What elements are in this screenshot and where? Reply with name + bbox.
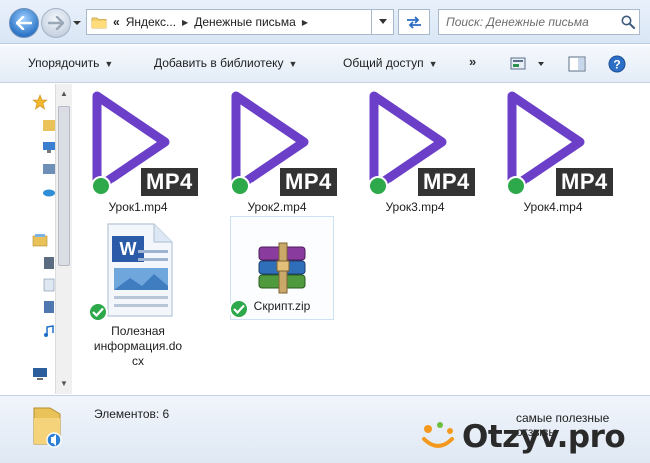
file-item-mp4[interactable]: MP4 Урок1.mp4 <box>73 90 203 215</box>
mp4-badge: MP4 <box>280 168 337 196</box>
file-item-mp4[interactable]: MP4 Урок3.mp4 <box>350 90 480 215</box>
back-arrow-icon <box>16 16 32 30</box>
search-input[interactable]: Поиск: Денежные письма <box>446 15 617 29</box>
scroll-down-arrow[interactable]: ▼ <box>56 376 72 392</box>
downloads-folder-icon[interactable] <box>42 118 56 132</box>
breadcrumb-item-yandex[interactable]: Яндекс... <box>126 15 176 29</box>
libraries-icon[interactable] <box>32 232 48 248</box>
chevron-down-icon: ▼ <box>104 59 114 69</box>
mp4-badge: MP4 <box>556 168 613 196</box>
winrar-archive-icon <box>258 242 306 294</box>
recent-places-icon[interactable] <box>42 162 56 176</box>
breadcrumb-separator[interactable]: ▶ <box>302 18 308 27</box>
watermark-logo: Otzyv.pro <box>420 416 648 458</box>
folder-icon <box>33 407 62 448</box>
svg-text:W: W <box>120 239 137 259</box>
recent-pages-dropdown[interactable] <box>72 18 82 28</box>
file-name[interactable]: Скрипт.zip <box>231 299 333 314</box>
address-row: « Яндекс... ▶ Денежные письма ▶ Поиск: Д… <box>0 0 650 44</box>
file-name[interactable]: Урок4.mp4 <box>488 200 618 215</box>
favorites-star-icon[interactable] <box>32 94 48 110</box>
chevron-down-icon <box>378 19 387 24</box>
navigation-scrollbar[interactable]: ▲ ▼ <box>55 84 72 394</box>
add-to-library-button[interactable]: Добавить в библиотеку ▼ <box>154 56 297 70</box>
view-options-button[interactable] <box>510 55 550 76</box>
preview-pane-button[interactable] <box>568 55 586 76</box>
documents-library-icon[interactable] <box>42 278 56 292</box>
file-list: MP4 Урок1.mp4 MP4 Урок2.mp4 MP4 Урок3.mp… <box>73 84 650 394</box>
forward-arrow-icon <box>48 16 64 30</box>
breadcrumb-overflow[interactable]: « <box>113 15 120 29</box>
file-item-mp4[interactable]: MP4 Урок2.mp4 <box>212 90 342 215</box>
share-button[interactable]: Общий доступ ▼ <box>343 56 438 70</box>
sync-check-icon <box>368 176 400 196</box>
pictures-library-icon[interactable] <box>42 300 56 314</box>
videos-library-icon[interactable] <box>42 256 56 270</box>
magnifier-icon[interactable] <box>617 11 639 33</box>
address-history-dropdown[interactable] <box>372 9 394 35</box>
cloud-drive-icon[interactable] <box>42 184 56 198</box>
chevron-down-icon: ▼ <box>428 59 438 69</box>
breadcrumb-separator[interactable]: ▶ <box>182 18 188 27</box>
sync-check-icon <box>506 176 538 196</box>
chevron-down-icon: ▼ <box>288 59 298 69</box>
file-name-line[interactable]: Полезная <box>73 324 203 339</box>
svg-text:?: ? <box>613 58 620 72</box>
command-bar: Упорядочить ▼ Добавить в библиотеку ▼ Общи… <box>0 45 650 83</box>
mp4-file-icon: MP4 <box>350 90 480 200</box>
preview-pane-icon <box>568 56 586 72</box>
zip-file-tile: Скрипт.zip <box>229 216 334 320</box>
sync-check-icon <box>91 176 123 196</box>
file-item-mp4[interactable]: MP4 Урок4.mp4 <box>488 90 618 215</box>
mp4-badge: MP4 <box>141 168 198 196</box>
refresh-button[interactable] <box>398 9 430 35</box>
computer-icon[interactable] <box>32 366 48 382</box>
file-name[interactable]: Урок3.mp4 <box>350 200 480 215</box>
otzyv-logo-icon <box>422 422 454 448</box>
mp4-file-icon: MP4 <box>73 90 203 200</box>
file-name-line[interactable]: информация.do <box>73 339 203 354</box>
watermark-logo-text: Otzyv.pro <box>462 419 626 455</box>
organize-label: Упорядочить <box>28 56 100 70</box>
item-count: Элементов: 6 <box>94 407 170 421</box>
file-name[interactable]: Урок2.mp4 <box>212 200 342 215</box>
forward-button[interactable] <box>41 8 71 38</box>
sync-check-icon <box>230 176 262 196</box>
share-label: Общий доступ <box>343 56 424 70</box>
scroll-thumb[interactable] <box>58 106 70 266</box>
view-options-icon <box>510 57 544 70</box>
file-name[interactable]: Урок1.mp4 <box>73 200 203 215</box>
organize-button[interactable]: Упорядочить ▼ <box>28 56 113 70</box>
mp4-file-icon: MP4 <box>212 90 342 200</box>
help-button[interactable]: ? <box>608 55 626 76</box>
file-item-docx[interactable]: W Полезная информация.do cx <box>73 220 203 369</box>
mp4-file-icon: MP4 <box>488 90 618 200</box>
add-to-library-label: Добавить в библиотеку <box>154 56 284 70</box>
breadcrumb-item-current[interactable]: Денежные письма <box>194 15 296 29</box>
mp4-badge: MP4 <box>418 168 475 196</box>
music-library-icon[interactable] <box>42 324 56 338</box>
folder-icon <box>91 17 107 29</box>
word-document-icon: W <box>88 220 188 322</box>
sync-check-icon <box>88 302 108 322</box>
address-bar[interactable]: « Яндекс... ▶ Денежные письма ▶ <box>86 9 372 35</box>
refresh-icon <box>407 16 421 29</box>
help-icon: ? <box>608 55 626 73</box>
back-button[interactable] <box>9 8 39 38</box>
file-name-line[interactable]: cx <box>73 354 203 369</box>
file-item-zip[interactable]: Скрипт.zip <box>222 216 342 320</box>
desktop-icon[interactable] <box>42 140 56 154</box>
scroll-up-arrow[interactable]: ▲ <box>56 86 72 102</box>
search-box[interactable]: Поиск: Денежные письма <box>438 9 640 35</box>
more-commands-button[interactable]: » <box>469 54 476 69</box>
